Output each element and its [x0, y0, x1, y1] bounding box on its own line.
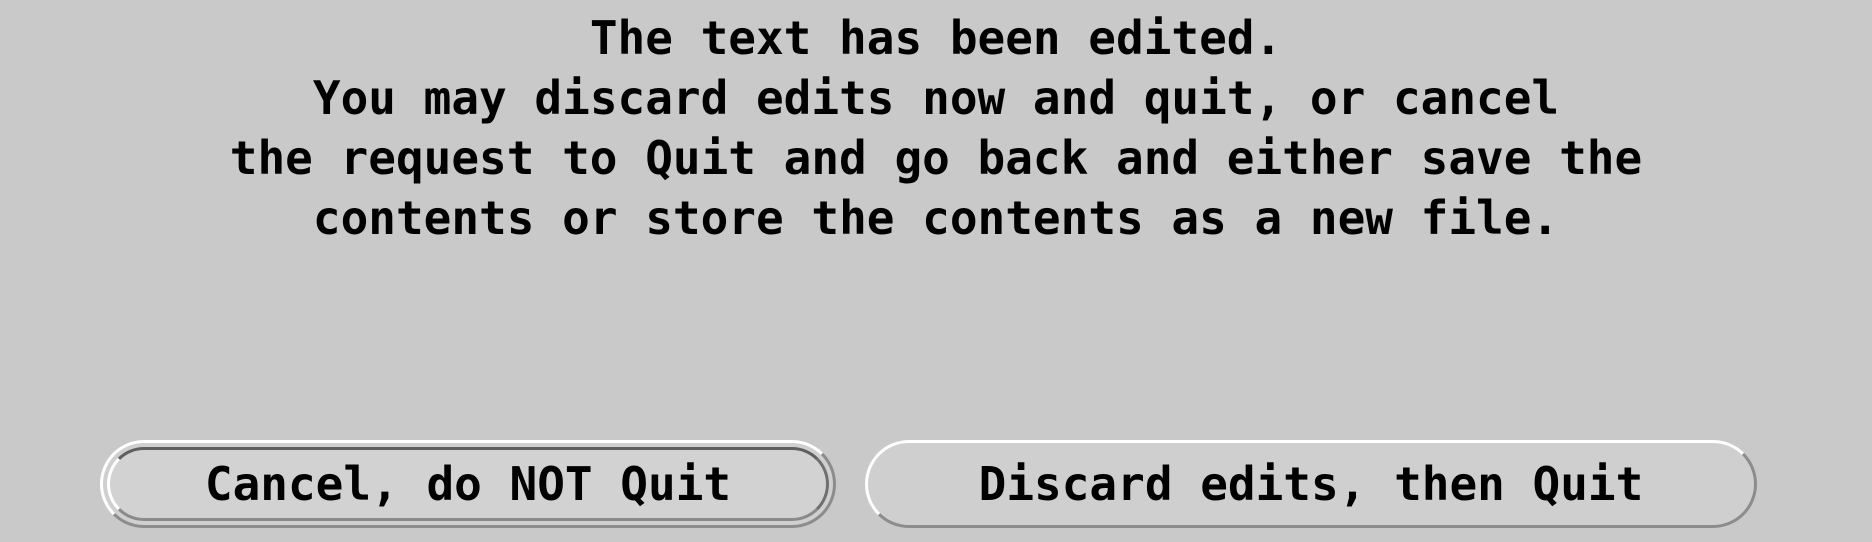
discard-edits-then-quit-button[interactable]: Discard edits, then Quit — [865, 440, 1757, 528]
message-line-3: the request to Quit and go back and eith… — [229, 131, 1643, 185]
dialog-message: The text has been edited. You may discar… — [0, 8, 1872, 248]
quit-confirmation-dialog: The text has been edited. You may discar… — [0, 0, 1872, 542]
message-line-1: The text has been edited. — [589, 11, 1283, 65]
message-line-2: You may discard edits now and quit, or c… — [312, 71, 1560, 125]
cancel-do-not-quit-button[interactable]: Cancel, do NOT Quit — [100, 440, 836, 528]
dialog-button-row: Cancel, do NOT Quit Discard edits, then … — [0, 436, 1872, 536]
cancel-do-not-quit-button-label: Cancel, do NOT Quit — [204, 457, 732, 511]
message-line-4: contents or store the contents as a new … — [312, 191, 1560, 245]
discard-edits-then-quit-button-label: Discard edits, then Quit — [978, 457, 1644, 511]
